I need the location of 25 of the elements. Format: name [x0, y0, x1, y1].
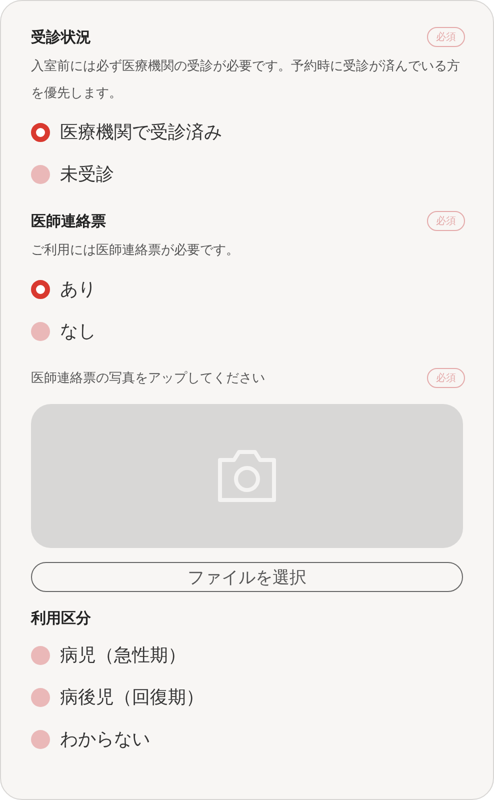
radio-button[interactable] — [31, 730, 50, 748]
option-label[interactable]: あり — [60, 277, 96, 301]
option-label[interactable]: 病後児（回復期） — [60, 685, 204, 709]
radio-button[interactable] — [31, 122, 50, 142]
radio-button[interactable] — [31, 280, 50, 298]
photo-dropzone[interactable] — [31, 404, 463, 548]
option-label[interactable]: なし — [60, 319, 96, 343]
radio-button[interactable] — [31, 164, 50, 184]
option-label[interactable]: 医療機関で受診済み — [60, 120, 222, 144]
section-description: 入室前には必ず医療機関の受診が必要です。予約時に受診が済んでいる方を優先します。 — [31, 58, 461, 103]
choose-file-button[interactable]: ファイルを選択 — [31, 562, 463, 592]
section-title: 受診状況 — [31, 28, 91, 46]
required-badge: 必須 — [427, 211, 465, 231]
radio-button[interactable] — [31, 646, 50, 664]
required-badge: 必須 — [427, 27, 465, 47]
option-label[interactable]: 未受診 — [60, 162, 114, 186]
option-label[interactable]: 病児（急性期） — [60, 643, 186, 667]
section-title: 医師連絡票 — [31, 212, 106, 230]
section-description: ご利用には医師連絡票が必要です。 — [31, 242, 240, 260]
radio-button[interactable] — [31, 688, 50, 706]
upload-label: 医師連絡票の写真をアップしてください — [31, 370, 265, 387]
radio-button[interactable] — [31, 322, 50, 340]
required-badge: 必須 — [427, 368, 465, 388]
option-label[interactable]: わからない — [60, 727, 150, 751]
section-title: 利用区分 — [31, 608, 91, 628]
